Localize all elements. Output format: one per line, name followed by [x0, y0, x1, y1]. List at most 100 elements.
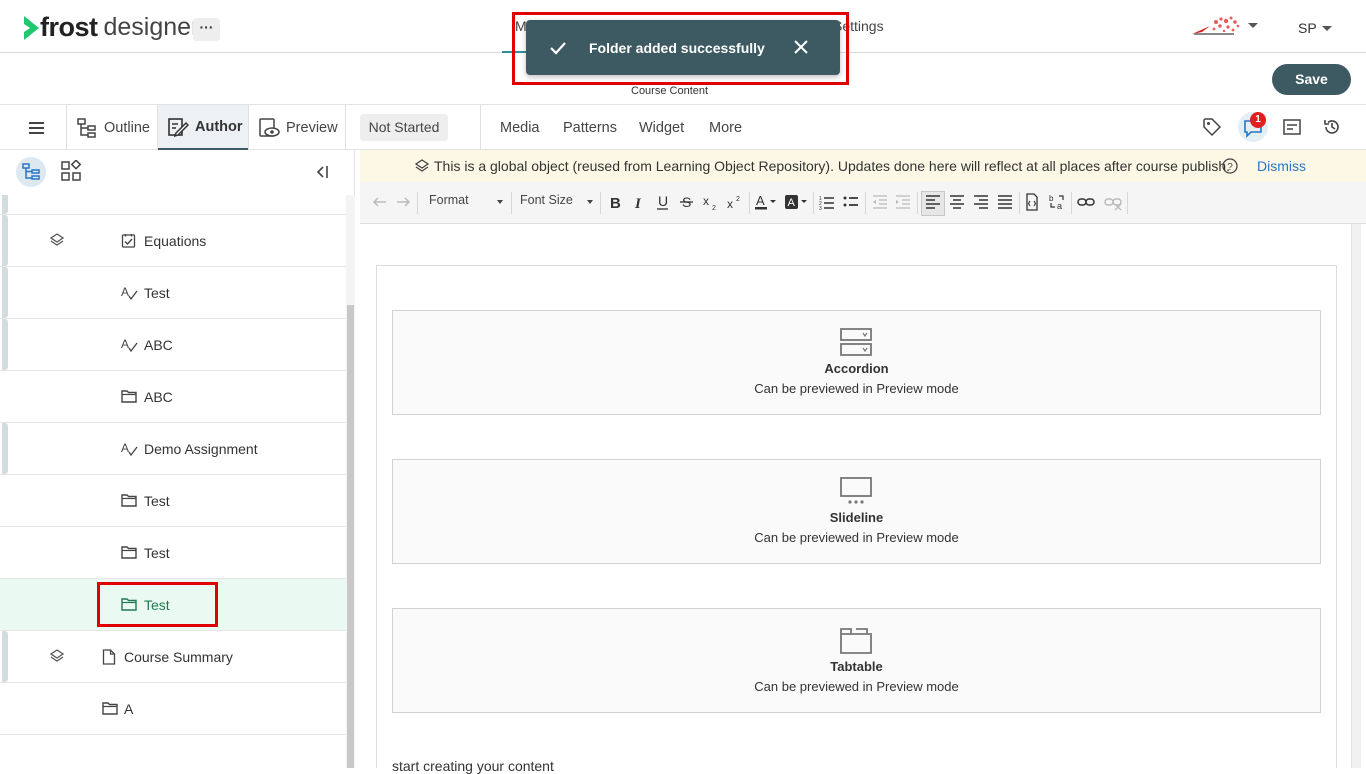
page-icon — [102, 649, 116, 665]
tab-outline-label: Outline — [104, 119, 150, 136]
tree-item[interactable]: A Demo Assignment — [0, 423, 346, 475]
toolbar-divider — [917, 192, 918, 214]
numbered-list-icon[interactable]: 123 — [819, 193, 835, 211]
align-center-icon[interactable] — [949, 193, 965, 211]
panel-icon[interactable] — [1282, 117, 1302, 137]
org-logo-icon[interactable] — [1190, 12, 1246, 38]
editor-placeholder-text[interactable]: start creating your content — [392, 758, 554, 774]
svg-text:A: A — [788, 197, 796, 209]
source-code-icon[interactable] — [1024, 193, 1040, 211]
status-badge[interactable]: Not Started — [360, 114, 448, 141]
more-options-button[interactable]: ··· — [193, 18, 220, 41]
menu-more[interactable]: More — [709, 120, 742, 136]
editor-scrollbar[interactable] — [1351, 224, 1361, 768]
user-menu[interactable]: SP — [1298, 20, 1317, 36]
toolbar-divider — [865, 192, 866, 214]
tree-item-label: Test — [144, 285, 170, 301]
bold-icon[interactable]: B — [607, 193, 623, 211]
tree-item[interactable]: A — [0, 683, 346, 735]
background-color-icon[interactable]: A — [784, 193, 810, 211]
comment-count-badge: 1 — [1250, 112, 1266, 128]
logo-chevron-icon — [24, 15, 39, 40]
outdent-icon[interactable] — [872, 193, 888, 211]
indent-icon[interactable] — [895, 193, 911, 211]
undo-icon[interactable] — [372, 194, 388, 210]
font-size-caret-icon[interactable] — [587, 200, 593, 204]
grid-view-icon[interactable] — [60, 160, 82, 182]
align-right-icon[interactable] — [973, 193, 989, 211]
toolbar-divider — [480, 105, 481, 150]
svg-text:2: 2 — [736, 196, 740, 203]
tree-item[interactable]: Test — [0, 475, 346, 527]
widget-description: Can be previewed in Preview mode — [754, 381, 959, 396]
font-size-dropdown[interactable]: Font Size — [520, 193, 573, 207]
svg-text:B: B — [610, 195, 621, 211]
tree-item-label: Course Summary — [124, 649, 233, 665]
outline-tree: Equations A Test A ABC ABC A Demo Assignment Tes… — [0, 195, 346, 768]
format-caret-icon[interactable] — [497, 200, 503, 204]
tab-preview[interactable]: Preview — [258, 105, 338, 150]
toolbar-divider — [813, 192, 814, 214]
text-color-icon[interactable]: A — [754, 193, 778, 211]
rich-text-toolbar: Format Font Size B I U S x2 x2 A A 123 b… — [360, 182, 1366, 224]
tree-item[interactable]: A ABC — [0, 319, 346, 371]
bulleted-list-icon[interactable] — [843, 193, 859, 211]
redo-icon[interactable] — [395, 194, 411, 210]
course-content-label: Course Content — [631, 85, 709, 97]
unlink-icon[interactable] — [1104, 193, 1122, 211]
tab-author[interactable]: Author — [158, 105, 248, 150]
superscript-icon[interactable]: x2 — [726, 193, 744, 211]
toolbar-divider — [417, 192, 418, 214]
tag-icon[interactable] — [1202, 117, 1222, 137]
svg-text:U: U — [658, 193, 668, 209]
widget-card-tabtable[interactable]: Tabtable Can be previewed in Preview mod… — [392, 608, 1321, 713]
tab-outline[interactable]: Outline — [76, 105, 158, 150]
collapse-sidebar-icon[interactable] — [314, 164, 330, 180]
tree-row-indicator — [2, 423, 8, 474]
user-dropdown-caret-icon[interactable] — [1322, 26, 1332, 31]
align-justify-icon[interactable] — [997, 193, 1013, 211]
folder-icon — [102, 701, 118, 715]
history-icon[interactable] — [1322, 117, 1342, 137]
svg-text:2: 2 — [712, 205, 716, 211]
org-dropdown-caret-icon[interactable] — [1248, 23, 1258, 28]
tree-row-indicator — [2, 215, 8, 266]
strikethrough-icon[interactable]: S — [679, 193, 695, 211]
format-dropdown[interactable]: Format — [429, 193, 469, 207]
svg-text:A: A — [121, 285, 129, 299]
widget-name: Tabtable — [830, 659, 883, 674]
layers-icon[interactable] — [50, 649, 64, 663]
widget-card-slideline[interactable]: Slideline Can be previewed in Preview mo… — [392, 459, 1321, 564]
svg-text:A: A — [121, 441, 129, 455]
tree-item[interactable]: Equations — [0, 215, 346, 267]
menu-patterns[interactable]: Patterns — [563, 120, 617, 136]
link-icon[interactable] — [1077, 193, 1095, 211]
underline-icon[interactable]: U — [655, 193, 671, 211]
tree-item[interactable]: A Test — [0, 267, 346, 319]
sidebar-scrollbar-thumb[interactable] — [347, 305, 354, 768]
widget-card-accordion[interactable]: Accordion Can be previewed in Preview mo… — [392, 310, 1321, 415]
layers-icon[interactable] — [50, 233, 64, 247]
dismiss-link[interactable]: Dismiss — [1257, 158, 1306, 174]
tree-view-button[interactable] — [16, 157, 46, 187]
global-object-banner: This is a global object (reused from Lea… — [360, 150, 1366, 182]
tree-item-label: Demo Assignment — [144, 441, 258, 457]
italic-icon[interactable]: I — [631, 193, 647, 211]
save-button[interactable]: Save — [1272, 64, 1351, 95]
help-icon[interactable]: ? — [1222, 158, 1238, 174]
folder-icon — [121, 545, 137, 559]
svg-text:A: A — [756, 193, 765, 208]
subscript-icon[interactable]: x2 — [702, 193, 720, 211]
svg-text:3: 3 — [819, 206, 822, 211]
svg-text:b: b — [1049, 194, 1054, 203]
menu-widget[interactable]: Widget — [639, 120, 684, 136]
tree-item[interactable]: Test — [0, 527, 346, 579]
widget-name: Accordion — [824, 361, 889, 376]
tree-item[interactable]: Course Summary — [0, 631, 346, 683]
folder-icon — [121, 493, 137, 507]
frost-designer-logo[interactable]: frost designer — [22, 12, 199, 43]
find-replace-icon[interactable]: ba — [1048, 193, 1066, 211]
menu-media[interactable]: Media — [500, 120, 540, 136]
tree-item[interactable]: ABC — [0, 371, 346, 423]
hamburger-menu-button[interactable] — [26, 105, 48, 150]
